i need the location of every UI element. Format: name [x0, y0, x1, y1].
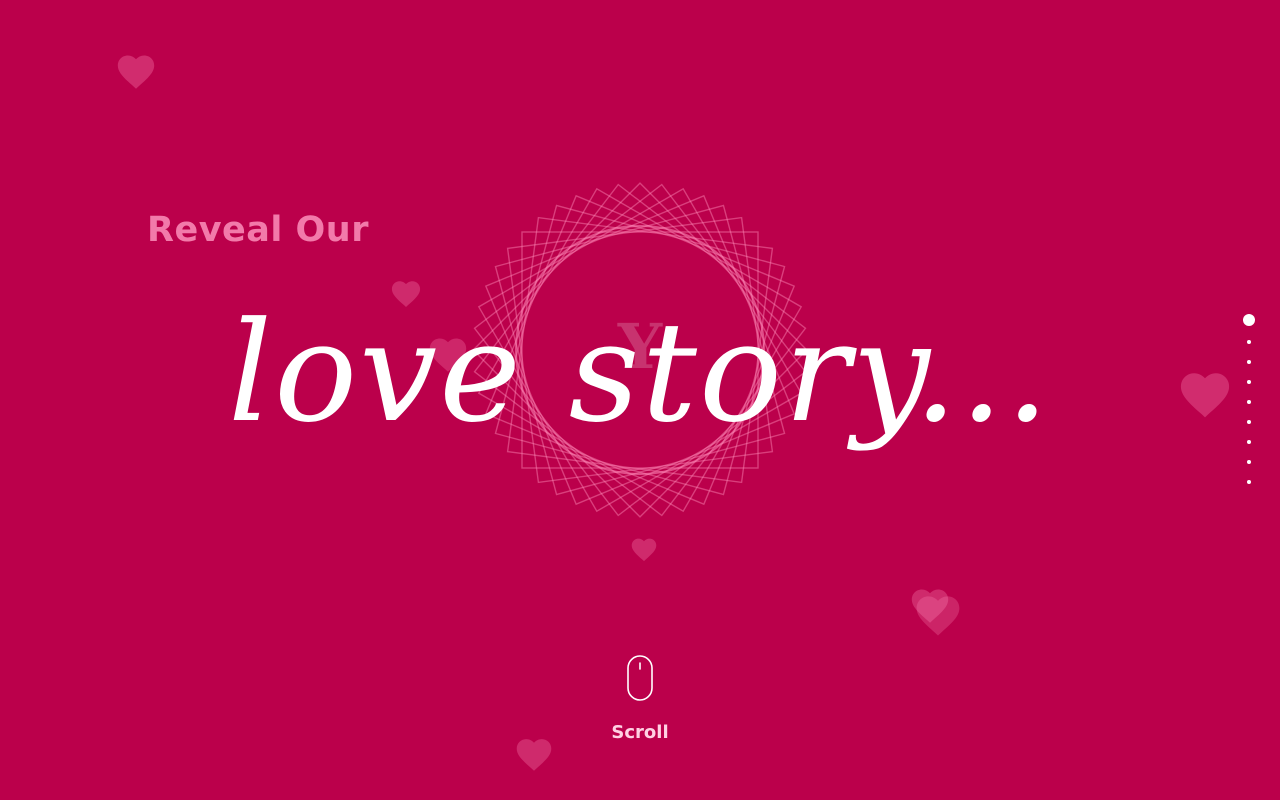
pager-dot[interactable]: [1247, 420, 1251, 424]
scroll-label: Scroll: [611, 722, 669, 743]
pager-dot[interactable]: [1247, 360, 1251, 364]
hero-kicker: Reveal Our: [147, 210, 369, 250]
pager-dot[interactable]: [1247, 380, 1251, 384]
pager-dot[interactable]: [1247, 460, 1251, 464]
pager-dot[interactable]: [1247, 480, 1251, 484]
hero-section: Y Reveal Our love story... Scroll: [0, 0, 1280, 800]
pager-dot-active[interactable]: [1243, 314, 1255, 326]
section-pager: [1238, 312, 1260, 488]
heart-icon: [629, 535, 659, 562]
scroll-down-button[interactable]: Scroll: [590, 650, 690, 750]
pager-dot[interactable]: [1247, 400, 1251, 404]
pager-dot[interactable]: [1247, 340, 1251, 344]
mouse-icon: [627, 655, 653, 701]
heart-icon: [513, 734, 555, 772]
heart-icon: [1176, 366, 1234, 419]
hero-headline: love story...: [228, 292, 1052, 453]
pager-dot[interactable]: [1247, 440, 1251, 444]
heart-icon: [114, 50, 158, 90]
heart-icon: [912, 590, 964, 637]
